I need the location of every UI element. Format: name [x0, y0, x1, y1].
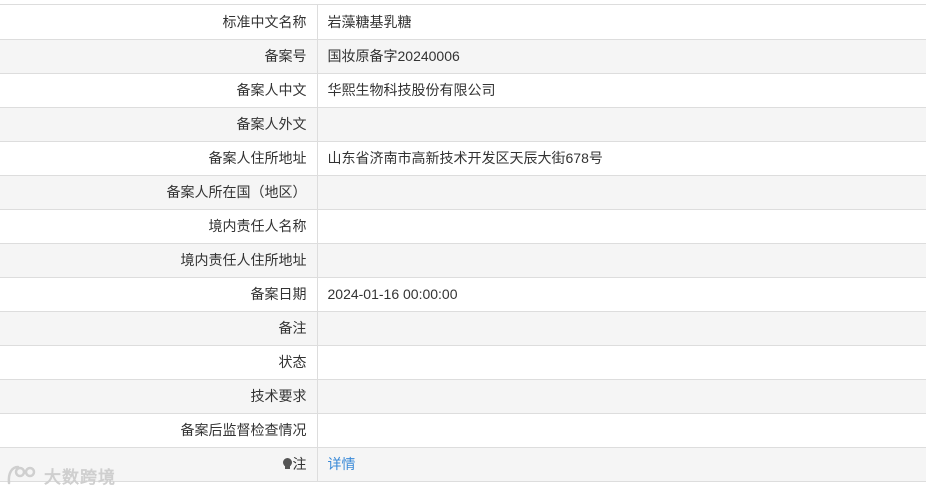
table-row: 备案人所在国（地区） [0, 175, 926, 210]
row-label: 备案人中文 [0, 73, 318, 108]
table-row: 备案日期 2024-01-16 00:00:00 [0, 277, 926, 312]
row-value: 国妆原备字20240006 [317, 39, 926, 74]
lightbulb-icon [282, 458, 292, 470]
row-value [317, 243, 926, 278]
table-row: 备案号 国妆原备字20240006 [0, 39, 926, 74]
row-value [317, 175, 926, 210]
table-row: 状态 [0, 345, 926, 380]
note-row: 注 详情 [0, 447, 926, 482]
row-value [317, 413, 926, 448]
row-value [317, 345, 926, 380]
table-row: 备注 [0, 311, 926, 346]
row-label: 备案人住所地址 [0, 141, 318, 176]
row-value: 山东省济南市高新技术开发区天辰大街678号 [317, 141, 926, 176]
note-label-cell: 注 [0, 447, 318, 482]
note-value-cell: 详情 [317, 447, 926, 482]
row-label: 境内责任人名称 [0, 209, 318, 244]
row-value [317, 107, 926, 142]
table-row: 境内责任人名称 [0, 209, 926, 244]
row-value [317, 379, 926, 414]
details-link[interactable]: 详情 [328, 456, 356, 472]
row-label: 备案日期 [0, 277, 318, 312]
table-row: 备案人住所地址 山东省济南市高新技术开发区天辰大街678号 [0, 141, 926, 176]
row-label: 备案后监督检查情况 [0, 413, 318, 448]
table-row: 备案人外文 [0, 107, 926, 142]
record-detail-table: 标准中文名称 岩藻糖基乳糖 备案号 国妆原备字20240006 备案人中文 华熙… [0, 5, 926, 482]
row-label: 技术要求 [0, 379, 318, 414]
table-row: 备案后监督检查情况 [0, 413, 926, 448]
row-label: 境内责任人住所地址 [0, 243, 318, 278]
table-row: 技术要求 [0, 379, 926, 414]
table-row: 标准中文名称 岩藻糖基乳糖 [0, 5, 926, 40]
note-label: 注 [292, 456, 307, 472]
row-value: 华熙生物科技股份有限公司 [317, 73, 926, 108]
row-label: 备案号 [0, 39, 318, 74]
row-value [317, 209, 926, 244]
row-label: 标准中文名称 [0, 5, 318, 40]
row-label: 状态 [0, 345, 318, 380]
row-value: 岩藻糖基乳糖 [317, 5, 926, 40]
row-label: 备案人所在国（地区） [0, 175, 318, 210]
row-label: 备注 [0, 311, 318, 346]
row-value: 2024-01-16 00:00:00 [317, 277, 926, 312]
table-row: 境内责任人住所地址 [0, 243, 926, 278]
table-row: 备案人中文 华熙生物科技股份有限公司 [0, 73, 926, 108]
row-value [317, 311, 926, 346]
row-label: 备案人外文 [0, 107, 318, 142]
